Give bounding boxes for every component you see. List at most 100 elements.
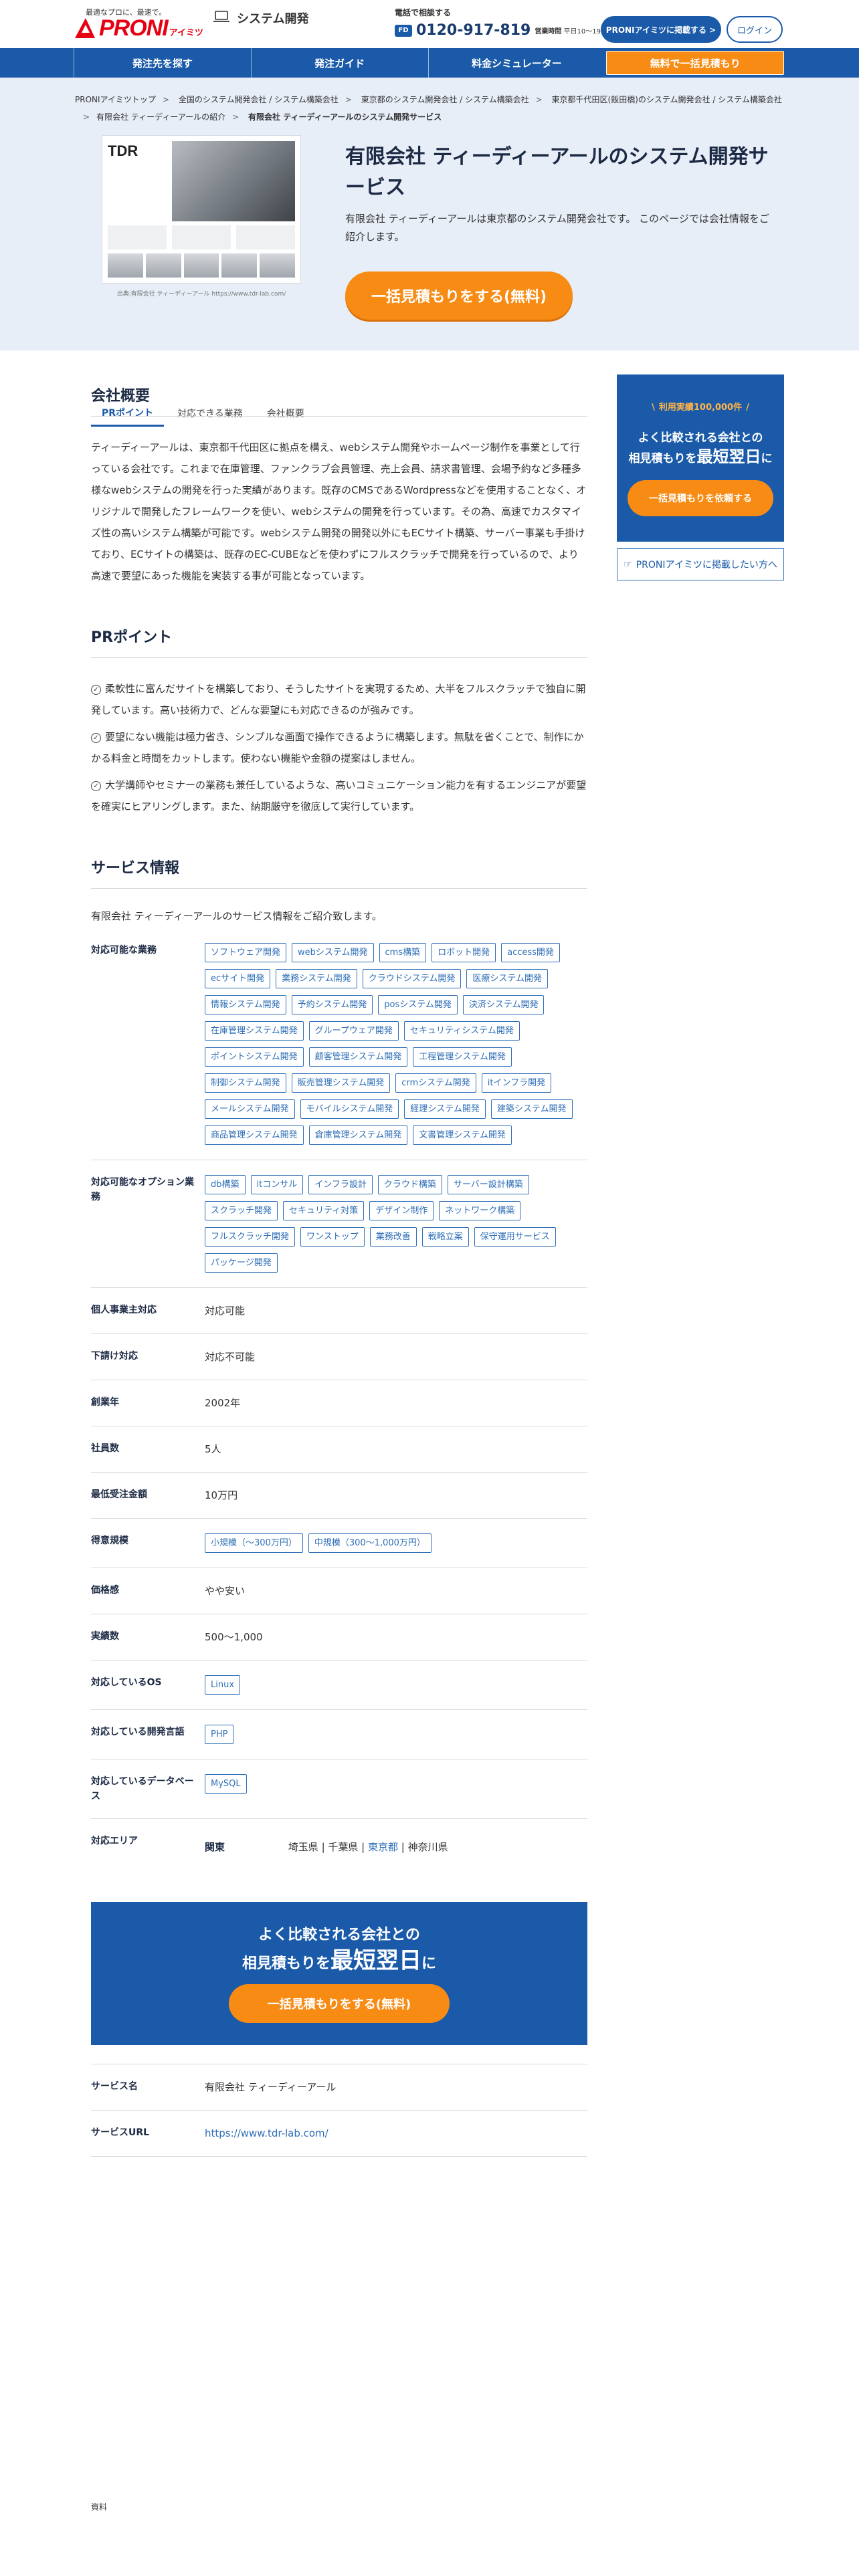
service-row-databases: 対応しているデータベース MySQL — [91, 1759, 587, 1819]
service-row-scale: 得意規模 小規模（〜300万円） 中規模（300〜1,000万円） — [91, 1519, 587, 1568]
area-pref: 千葉県 — [328, 1841, 359, 1853]
service-name-row: サービス名 有限会社 ティーディーアール — [91, 2064, 587, 2111]
option-tag-list: db構築 itコンサル インフラ設計 クラウド構築 サーバー設計構築 スクラッチ開発 セキュ… — [205, 1175, 587, 1273]
business-tag-list: ソフトウェア開発 webシステム開発 cms構築 ロボット開発 access開発 ecサイ… — [205, 943, 587, 1145]
tag-item: db構築 — [205, 1175, 246, 1194]
page-title: 有限会社 ティーディーアールのシステム開発サービス — [345, 145, 769, 199]
section-title: サービス情報 — [91, 856, 587, 889]
area-pref: 埼玉県 — [288, 1841, 318, 1853]
phone-caption: 電話で相談する — [395, 8, 452, 17]
row-label: 下請け対応 — [91, 1351, 138, 1362]
breadcrumb: PRONIアイミツトップ > 全国のシステム開発会社 / システム構築会社 > 東京… — [75, 95, 782, 122]
area-pref-link[interactable]: 東京都 — [368, 1841, 398, 1853]
service-url-link[interactable]: https://www.tdr-lab.com/ — [205, 2127, 328, 2139]
nav-price-simulator[interactable]: 料金シミュレーター — [427, 48, 605, 78]
nav-free-estimate[interactable]: 無料で一括見積もり — [606, 51, 784, 75]
tag-item: パッケージ開発 — [205, 1253, 278, 1273]
tag-item: 情報システム開発 — [205, 995, 286, 1014]
row-value: 5人 — [205, 1443, 221, 1455]
site-header: 最適なプロに、最速で。 PRONI アイミツ システム開発 電話で相談する FD… — [0, 0, 859, 48]
category-label: システム開発 — [237, 12, 309, 26]
language-tag-list: PHP — [205, 1725, 587, 1744]
tag-item: デザイン制作 — [369, 1201, 434, 1220]
tag-item: グループウェア開発 — [308, 1021, 399, 1041]
cta-line1: よく比較される会社との — [258, 1927, 420, 1943]
row-value: 10万円 — [205, 1489, 238, 1501]
section-title: PRポイント — [91, 625, 587, 658]
hero-estimate-button[interactable]: 一括見積もりをする(無料) — [345, 272, 573, 320]
cta-estimate-button[interactable]: 一括見積もりをする(無料) — [229, 1984, 450, 2023]
tag-item: ワンストップ — [300, 1227, 365, 1247]
row-label: 対応しているOS — [91, 1677, 162, 1688]
row-label: 最低受注金額 — [91, 1489, 147, 1500]
breadcrumb-link[interactable]: 全国のシステム開発会社 / システム構築会社 — [179, 95, 339, 104]
os-tag-list: Linux — [205, 1675, 587, 1695]
area-pref: 神奈川県 — [407, 1841, 448, 1853]
row-value: やや安い — [205, 1585, 246, 1597]
tag-item: 業務システム開発 — [276, 969, 357, 988]
logo-sub-text: アイミツ — [169, 27, 204, 38]
laptop-icon — [213, 10, 230, 26]
service-lead: 有限会社 ティーディーアールのサービス情報をご紹介致します。 — [91, 910, 382, 922]
logo-text: PRONI — [99, 15, 169, 41]
overview-text: ティーディーアールは、東京都千代田区に拠点を構え、webシステム開発やホームペー… — [91, 441, 587, 582]
tag-item: itコンサル — [250, 1175, 304, 1194]
tag-item: 予約システム開発 — [291, 995, 373, 1014]
tag-item: 小規模（〜300万円） — [205, 1533, 303, 1553]
tag-item: 顧客管理システム開発 — [308, 1047, 408, 1067]
screenshot-logo-text: TDR — [108, 142, 138, 159]
business-hours: 営業時間 平日10〜19時 — [535, 28, 607, 35]
logo-mark-icon — [72, 15, 98, 41]
screenshot-photo — [172, 141, 295, 221]
overview-section: 会社概要 ティーディーアールは、東京都千代田区に拠点を構え、webシステム開発や… — [91, 384, 587, 586]
breadcrumb-link[interactable]: 有限会社 ティーディーアールの紹介 — [96, 112, 225, 122]
scale-tag-list: 小規模（〜300万円） 中規模（300〜1,000万円） — [205, 1533, 587, 1553]
row-label: 創業年 — [91, 1397, 119, 1408]
service-row-business: 対応可能な業務 ソフトウェア開発 webシステム開発 cms構築 ロボット開発 acce… — [91, 943, 587, 1160]
row-value: 対応可能 — [205, 1305, 246, 1317]
tag-item: 倉庫管理システム開発 — [308, 1125, 408, 1145]
post-listing-button[interactable]: PRONIアイミツに掲載する > — [601, 16, 721, 43]
tag-item: MySQL — [205, 1774, 247, 1794]
nav-order-guide[interactable]: 発注ガイド — [250, 48, 428, 78]
tag-item: 在庫管理システム開発 — [205, 1021, 304, 1041]
breadcrumb-link[interactable]: 東京都のシステム開発会社 / システム構築会社 — [361, 95, 529, 104]
sidebar-post-link[interactable]: ☞ PRONIアイミツに掲載したい方へ — [617, 548, 784, 580]
global-nav: 発注先を探す 発注ガイド 料金シミュレーター 無料で一括見積もり — [0, 48, 859, 78]
service-row-options: 対応可能なオプション業務 db構築 itコンサル インフラ設計 クラウド構築 サーバー設… — [91, 1160, 587, 1288]
row-value: 500〜1,000 — [205, 1631, 263, 1643]
service-row-min-order: 最低受注金額 10万円 — [91, 1473, 587, 1519]
tag-item: crmシステム開発 — [395, 1073, 476, 1093]
service-url-row: サービスURL https://www.tdr-lab.com/ — [91, 2111, 587, 2157]
tag-item: 文書管理システム開発 — [413, 1125, 512, 1145]
tag-item: 戦略立案 — [421, 1227, 469, 1247]
tag-item: 工程管理システム開発 — [413, 1047, 512, 1067]
pr-item: ✓ 要望にない機能は極力省き、シンプルな画面で操作できるように構築します。無駄を省… — [91, 731, 584, 764]
tag-item: ネットワーク構築 — [439, 1201, 521, 1220]
tag-item: access開発 — [501, 943, 560, 962]
category-indicator: システム開発 — [213, 9, 308, 27]
nav-find-vendor[interactable]: 発注先を探す — [74, 48, 251, 78]
pr-section: PRポイント ✓ 柔軟性に富んだサイトを構築しており、そうしたサイトを実現するため… — [91, 625, 587, 817]
row-label: 個人事業主対応 — [91, 1305, 157, 1315]
tag-item: ポイントシステム開発 — [205, 1047, 304, 1067]
tag-item: 販売管理システム開発 — [291, 1073, 391, 1093]
tag-item: posシステム開発 — [378, 995, 458, 1014]
service-row-subcontract: 下請け対応 対応不可能 — [91, 1334, 587, 1380]
tag-item: ソフトウェア開発 — [205, 943, 287, 962]
row-label: 対応しているデータベース — [91, 1776, 194, 1802]
service-row-individual: 個人事業主対応 対応可能 — [91, 1288, 587, 1334]
row-value: 対応不可能 — [205, 1351, 256, 1363]
tag-item: 業務改善 — [369, 1227, 417, 1247]
breadcrumb-link[interactable]: PRONIアイミツトップ — [75, 95, 156, 104]
sidebar-estimate-button[interactable]: 一括見積もりを依頼する — [628, 480, 773, 516]
row-label: サービスURL — [91, 2127, 150, 2138]
cta-line2: 相見積もりを最短翌日に — [242, 1947, 437, 1974]
phone-number-link[interactable]: 0120-917-819 — [416, 22, 531, 39]
site-logo[interactable]: PRONI アイミツ — [72, 15, 203, 41]
sidebar: \ 利用実績100,000件 / よく比較される会社との 相見積もりを最短翌日に 一… — [617, 374, 784, 580]
service-row-area: 対応エリア 関東 埼玉県 | 千葉県 | 東京都 | 神奈川県 — [91, 1819, 587, 1870]
login-button[interactable]: ログイン — [727, 16, 783, 43]
breadcrumb-link[interactable]: 東京都千代田区(飯田橋)のシステム開発会社 / システム構築会社 — [552, 95, 782, 104]
service-row-languages: 対応している開発言語 PHP — [91, 1710, 587, 1759]
